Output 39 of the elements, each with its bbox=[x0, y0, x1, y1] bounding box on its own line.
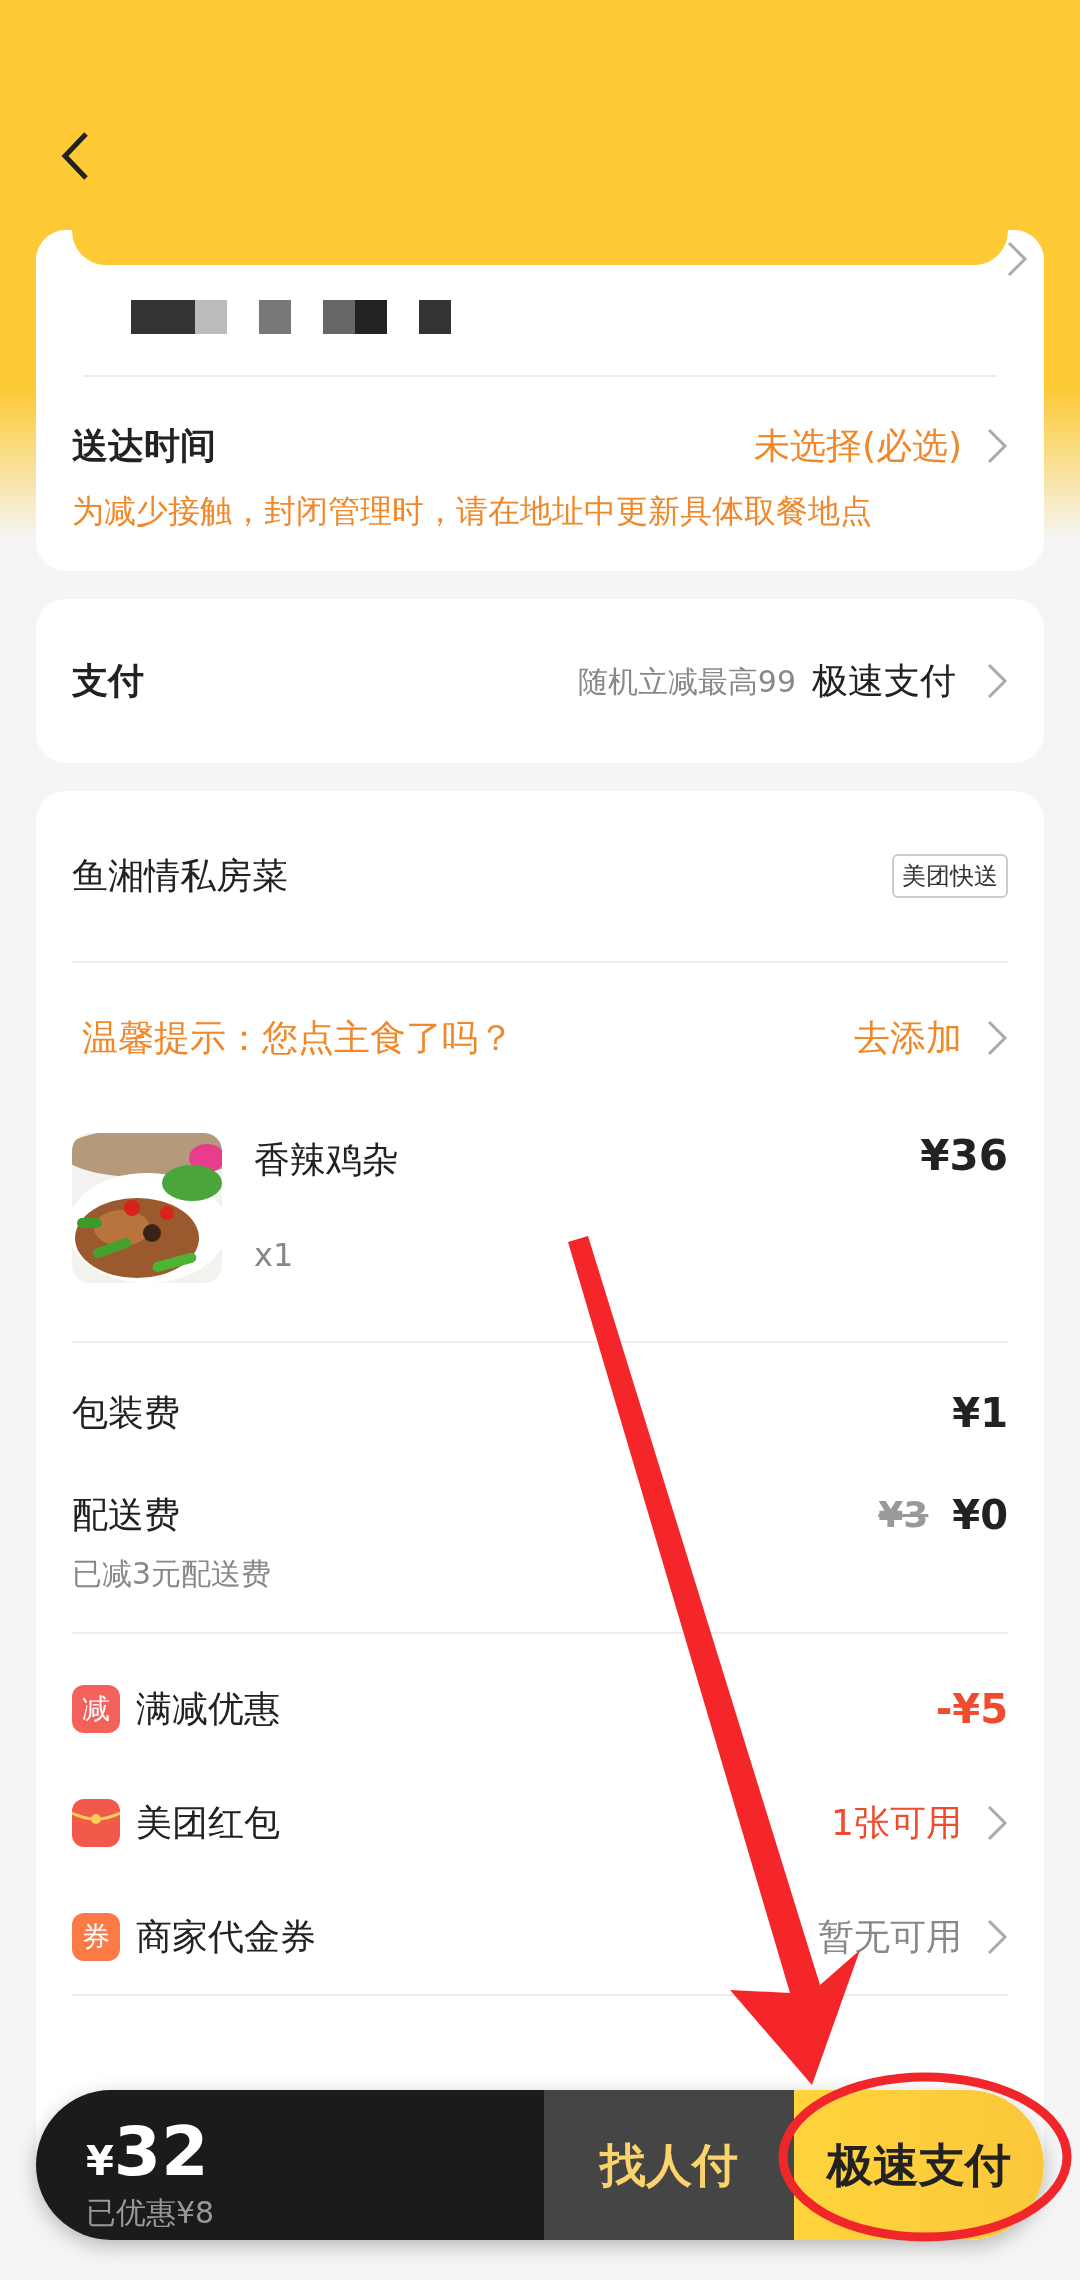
discount-value: -¥5 bbox=[935, 1685, 1008, 1734]
discount-label: 满减优惠 bbox=[136, 1687, 280, 1731]
fee-label: 包装费 bbox=[72, 1391, 180, 1435]
delivery-time-value[interactable]: 未选择(必选) bbox=[753, 419, 962, 473]
fee-label: 配送费 bbox=[72, 1493, 180, 1537]
item-quantity: x1 bbox=[254, 1235, 295, 1276]
delivery-badge: 美团快送 bbox=[892, 854, 1008, 898]
fee-price: ¥1 bbox=[952, 1389, 1008, 1438]
item-price: ¥36 bbox=[920, 1133, 1008, 1182]
fee-note: 已减3元配送费 bbox=[72, 1555, 273, 1593]
saved-amount: 已优惠¥8 bbox=[86, 2194, 216, 2232]
ask-friend-button[interactable]: 找人付 bbox=[544, 2090, 794, 2240]
chevron-icon bbox=[986, 662, 1008, 700]
delivery-time-label: 送达时间 bbox=[72, 424, 216, 468]
add-link[interactable]: 去添加 bbox=[854, 1011, 962, 1065]
discount-value[interactable]: 1张可用 bbox=[831, 1796, 962, 1850]
chevron-icon bbox=[986, 1019, 1008, 1057]
chevron-icon bbox=[986, 1804, 1008, 1842]
item-name: 香辣鸡杂 bbox=[254, 1138, 399, 1182]
voucher-icon: 券 bbox=[72, 1913, 120, 1961]
discount-label: 商家代金券 bbox=[136, 1915, 316, 1959]
payment-method[interactable]: 极速支付 bbox=[812, 654, 956, 708]
original-price: ¥3 bbox=[878, 1493, 929, 1537]
chevron-icon bbox=[986, 427, 1008, 465]
payment-promo: 随机立减最高99 bbox=[577, 662, 796, 701]
delivery-notice: 为减少接触，封闭管理时，请在地址中更新具体取餐地点 bbox=[71, 491, 873, 532]
currency-symbol: ¥ bbox=[86, 2141, 114, 2181]
chevron-icon bbox=[1006, 240, 1028, 278]
tip-text: 温馨提示：您点主食了吗？ bbox=[82, 1016, 514, 1060]
envelope-icon bbox=[72, 1799, 120, 1847]
chevron-icon bbox=[986, 1918, 1008, 1956]
discount-value[interactable]: 暂无可用 bbox=[818, 1910, 962, 1964]
payment-label: 支付 bbox=[72, 659, 144, 703]
total-amount: 32 bbox=[113, 2118, 209, 2186]
shop-name: 鱼湘情私房菜 bbox=[72, 854, 288, 898]
discount-icon: 减 bbox=[72, 1685, 120, 1733]
fee-price: ¥0 bbox=[952, 1491, 1008, 1540]
discount-label: 美团红包 bbox=[136, 1801, 280, 1845]
back-icon[interactable] bbox=[60, 130, 90, 182]
